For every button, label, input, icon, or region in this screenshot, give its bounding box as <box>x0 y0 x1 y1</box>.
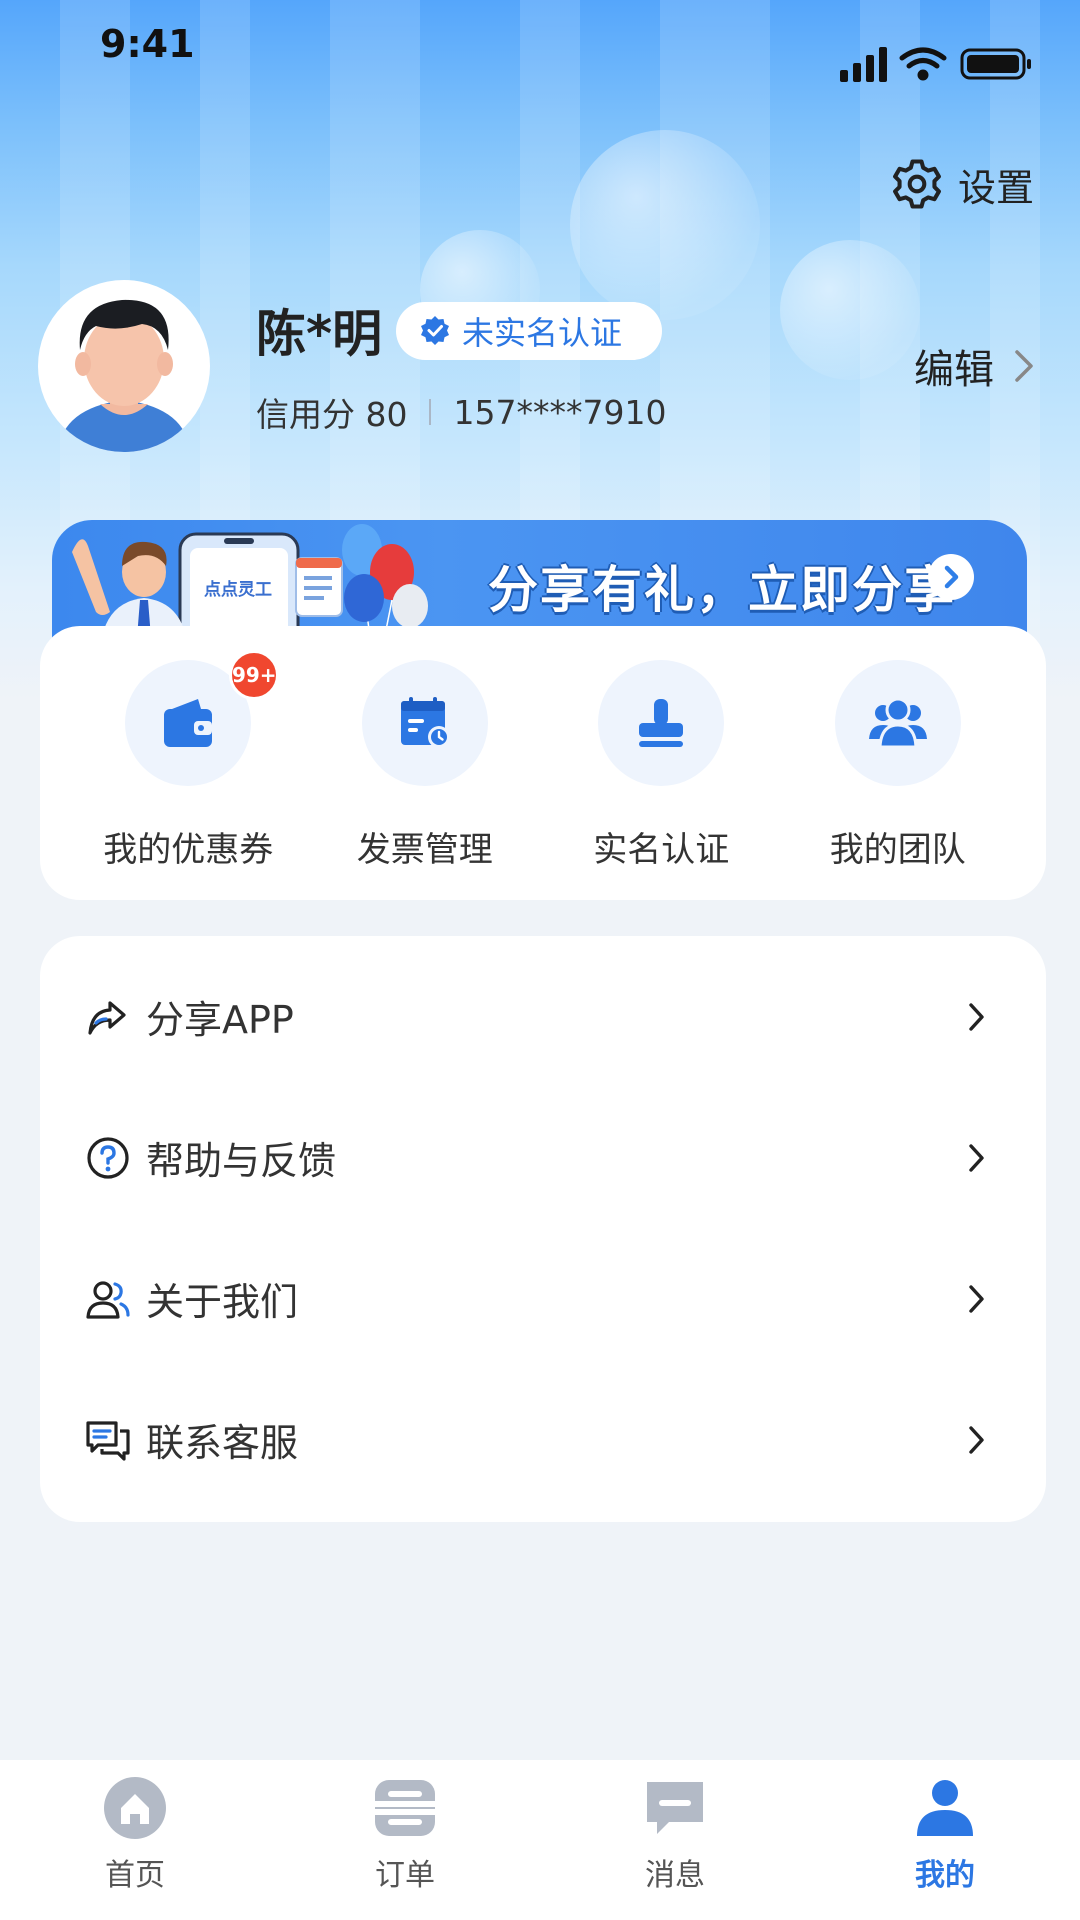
menu-item-customer-service[interactable]: 联系客服 <box>40 1369 1046 1510</box>
tool-icon-bg <box>361 660 488 786</box>
menu-item-help-feedback[interactable]: 帮助与反馈 <box>40 1087 1046 1228</box>
tab-label: 我的 <box>915 1858 975 1893</box>
verify-status-badge[interactable]: 未实名认证 <box>396 302 662 360</box>
phone-number: 157****7910 <box>453 392 667 432</box>
help-icon <box>87 1136 129 1179</box>
tool-label: 发票管理 <box>356 830 493 870</box>
order-icon <box>375 1780 435 1836</box>
bottom-tab-bar: 首页 订单 消息 我的 <box>0 1760 1080 1920</box>
team-icon <box>868 697 927 749</box>
status-icons <box>840 47 1031 82</box>
wifi-icon <box>899 47 947 81</box>
verify-status-text: 未实名认证 <box>462 314 623 352</box>
chat-icon <box>86 1420 130 1461</box>
chevron-right-icon <box>969 1425 984 1454</box>
tool-invoices[interactable]: 发票管理 <box>315 660 535 900</box>
tab-home[interactable]: 首页 <box>0 1760 270 1920</box>
chevron-right-icon <box>944 565 959 589</box>
status-bar: 9:41 <box>0 0 1080 100</box>
tab-label: 消息 <box>645 1858 705 1893</box>
edit-profile-button[interactable]: 编辑 <box>914 336 1036 396</box>
banner-arrow-button[interactable] <box>928 554 974 600</box>
stamp-icon <box>639 699 684 747</box>
banner-text: 分享有礼，立即分享 <box>488 561 956 619</box>
status-time: 9:41 <box>100 22 195 66</box>
credit-phone-row: 信用分 80 157****7910 <box>256 388 666 436</box>
quick-tools-card: 99+ 我的优惠券 发票管理 实名认证 我的团队 <box>40 626 1046 900</box>
tool-label: 我的优惠券 <box>103 830 274 870</box>
gear-icon <box>893 159 941 209</box>
tab-orders[interactable]: 订单 <box>270 1760 540 1920</box>
chevron-right-icon <box>969 1284 984 1313</box>
tool-icon-bg: 99+ <box>125 650 280 786</box>
home-icon <box>104 1777 166 1839</box>
edit-label: 编辑 <box>914 347 994 393</box>
chevron-right-icon <box>1015 350 1033 382</box>
tool-coupons[interactable]: 99+ 我的优惠券 <box>78 650 298 900</box>
menu-label: 分享APP <box>146 998 294 1042</box>
tab-label: 订单 <box>375 1858 435 1893</box>
menu-item-about-us[interactable]: 关于我们 <box>40 1228 1046 1369</box>
tool-label: 我的团队 <box>829 830 966 870</box>
divider <box>429 399 432 425</box>
battery-icon <box>960 48 1031 80</box>
menu-label: 帮助与反馈 <box>146 1139 337 1183</box>
menu-list: 分享APP 帮助与反馈 关于我们 联系客服 <box>40 936 1046 1522</box>
invoice-calendar-icon <box>400 697 450 748</box>
chevron-right-icon <box>969 1143 984 1172</box>
people-icon <box>86 1280 130 1319</box>
tool-icon-bg <box>598 660 725 786</box>
tool-verification[interactable]: 实名认证 <box>551 660 771 900</box>
verified-shield-icon <box>421 316 449 345</box>
banner-phone-text: 点点灵工 <box>204 579 272 600</box>
tab-mine[interactable]: 我的 <box>810 1760 1080 1920</box>
tab-label: 首页 <box>105 1858 165 1893</box>
wallet-icon <box>164 699 213 747</box>
chevron-right-icon <box>969 1002 984 1031</box>
avatar[interactable] <box>38 280 210 452</box>
tool-team[interactable]: 我的团队 <box>788 660 1008 900</box>
settings-button[interactable]: 设置 <box>890 154 1034 214</box>
menu-label: 联系客服 <box>146 1421 299 1465</box>
settings-label: 设置 <box>957 165 1034 210</box>
tool-icon-bg <box>834 660 961 786</box>
share-icon <box>88 1000 126 1035</box>
credit-score: 信用分 80 <box>256 395 408 434</box>
menu-label: 关于我们 <box>146 1280 299 1324</box>
coupon-count-badge: 99+ <box>229 650 280 700</box>
avatar-illustration <box>58 299 190 452</box>
message-icon <box>647 1782 703 1834</box>
signal-icon <box>840 47 887 82</box>
tool-label: 实名认证 <box>593 830 730 870</box>
menu-item-share-app[interactable]: 分享APP <box>40 946 1046 1087</box>
tab-messages[interactable]: 消息 <box>540 1760 810 1920</box>
profile-icon <box>917 1780 973 1836</box>
user-name: 陈*明 <box>256 305 383 363</box>
